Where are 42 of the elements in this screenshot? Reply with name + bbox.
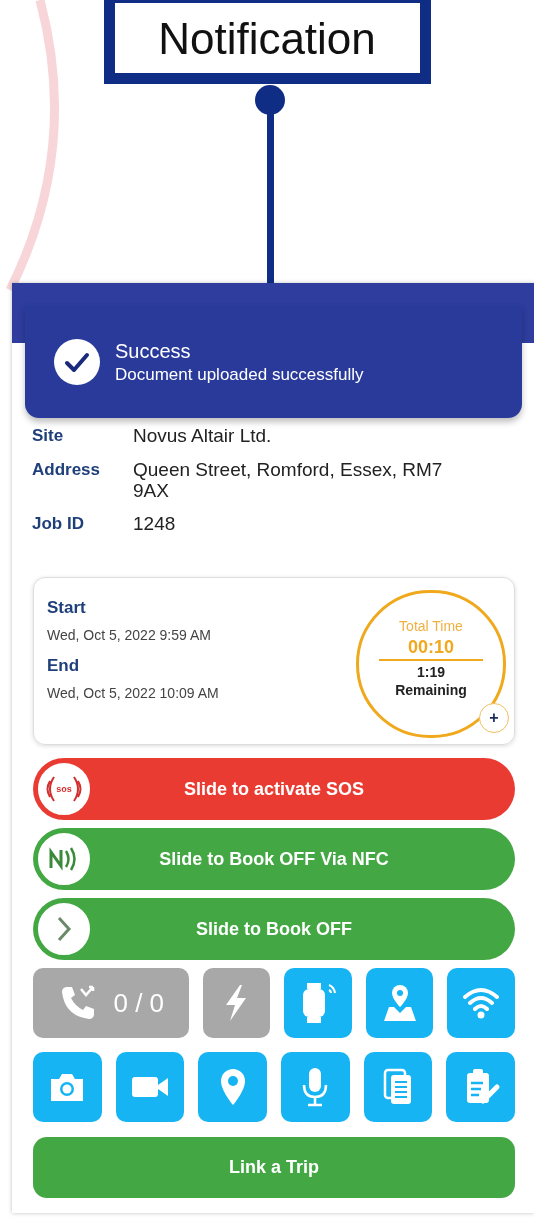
slider-track[interactable]: Slide to Book OFF [33, 898, 515, 960]
tile-button[interactable] [281, 1052, 350, 1122]
toast-title: Success [115, 338, 192, 364]
chevron-right-icon [55, 915, 73, 943]
slider-label: Slide to Book OFF Via NFC [159, 847, 389, 871]
timer-elapsed: 00:10 [379, 635, 483, 661]
slider-knob[interactable] [36, 831, 92, 887]
slider-label: Slide to activate SOS [183, 777, 365, 801]
slider-knob[interactable]: sos [36, 761, 92, 817]
detail-label: Address [32, 459, 102, 481]
slider-track[interactable]: sos Slide to activate SOS [33, 758, 515, 820]
check-circle-icon [53, 337, 101, 386]
time-value: Wed, Oct 5, 2022 10:09 AM [47, 684, 219, 702]
timer-remaining-label: Remaining [395, 681, 467, 699]
signal-waves-icon [44, 774, 57, 804]
timer-title: Total Time [399, 617, 463, 635]
tile-button[interactable] [363, 1052, 433, 1122]
slider-knob[interactable] [36, 901, 92, 957]
detail-label: Site [32, 425, 65, 447]
callout-label: Notification [103, 0, 431, 84]
timer-remaining: 1:19 [417, 663, 445, 681]
time-value: Wed, Oct 5, 2022 9:59 AM [47, 626, 212, 644]
link-trip-button[interactable]: Link a Trip [33, 1137, 515, 1198]
tile-button[interactable] [365, 968, 434, 1038]
detail-label: Job ID [32, 513, 85, 535]
slider-label: Slide to Book OFF [196, 917, 352, 941]
tile-button[interactable] [115, 1052, 185, 1122]
detail-value: 1248 [133, 513, 177, 534]
tile-button[interactable] [284, 968, 352, 1038]
time-label: Start [47, 598, 87, 618]
time-label: End [47, 656, 81, 676]
sos-knob-text: sos [56, 784, 72, 794]
add-time-button[interactable]: + [479, 703, 509, 733]
tile-button[interactable] [198, 1052, 267, 1122]
toast-message: Document uploaded successfully [115, 363, 364, 386]
detail-value: Novus Altair Ltd. [133, 425, 273, 446]
tile-button[interactable] [33, 1052, 102, 1122]
tile-button[interactable] [446, 1052, 516, 1122]
signal-waves-icon [71, 774, 84, 804]
tile-button[interactable] [447, 968, 516, 1038]
slider-track[interactable]: Slide to Book OFF Via NFC [33, 828, 515, 890]
detail-value: Queen Street, Romford, Essex, RM7 9AX [133, 459, 444, 501]
